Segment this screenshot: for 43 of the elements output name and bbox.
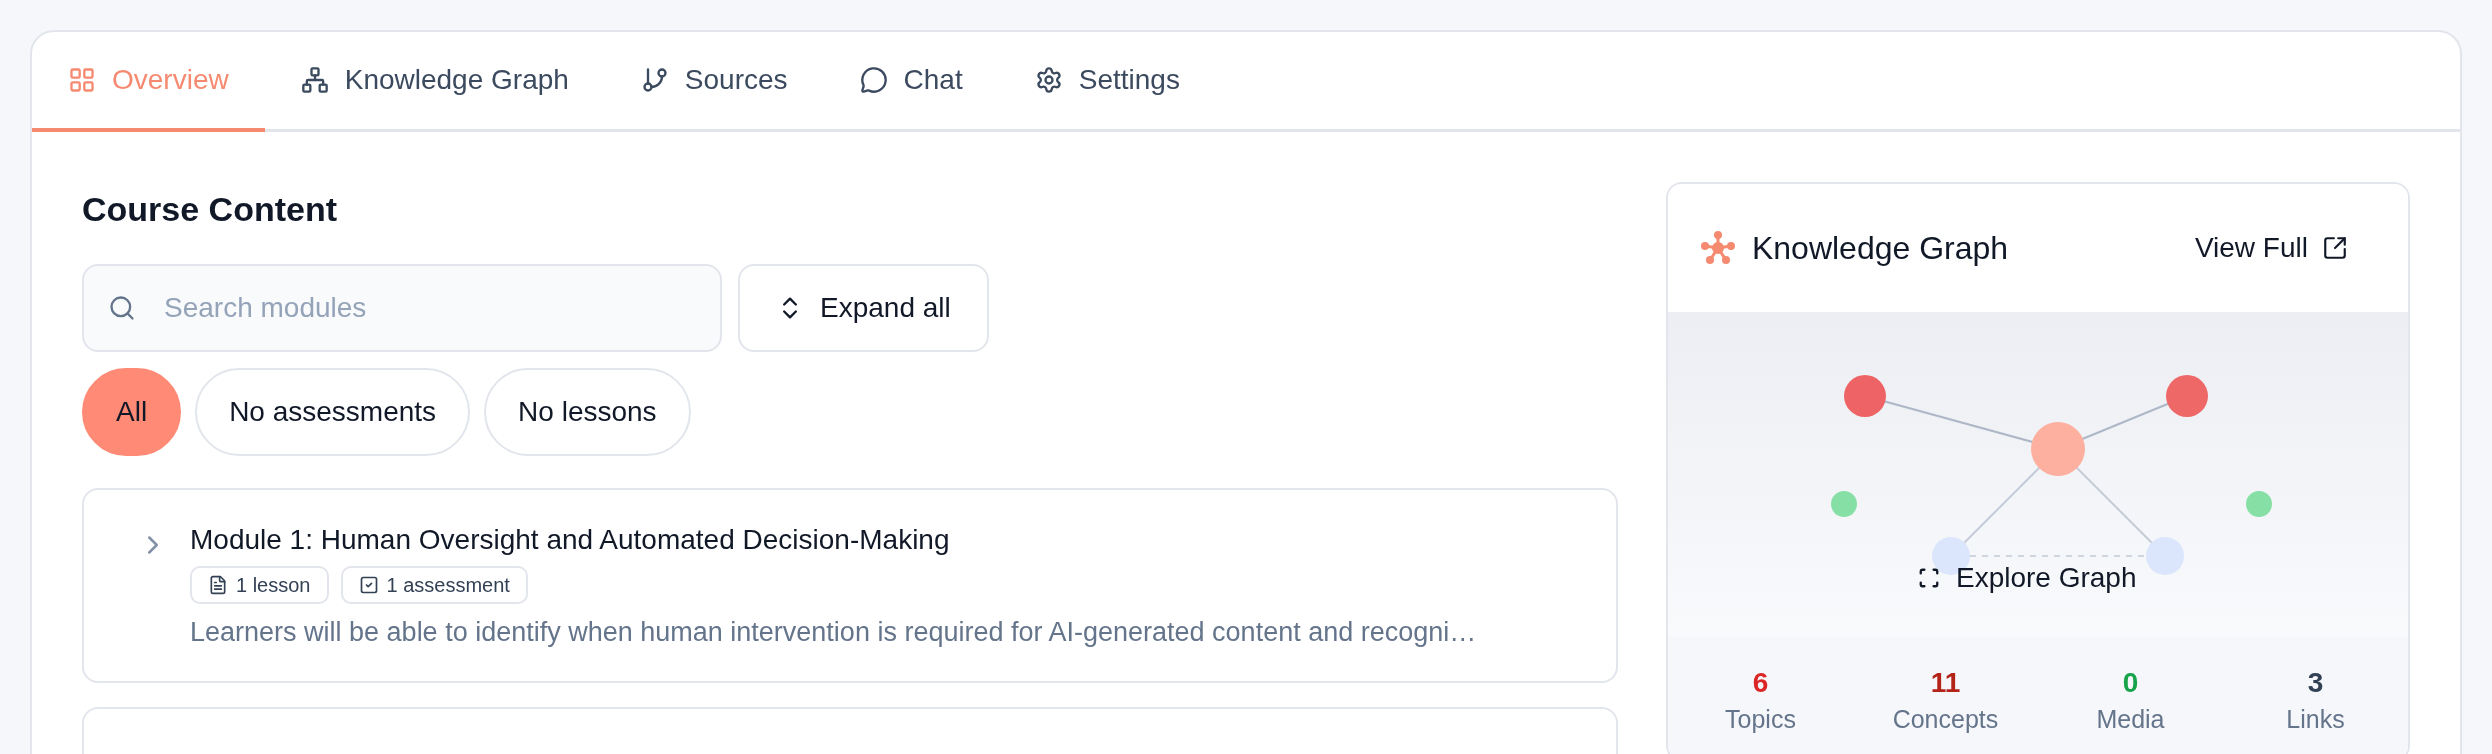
graph-node bbox=[2165, 375, 2208, 417]
graph-node bbox=[2145, 537, 2184, 575]
graph-node bbox=[2245, 491, 2272, 517]
search-icon bbox=[108, 294, 136, 322]
module-description: Learners will be able to identify when human intervention is required for AI-generated content and recogni… bbox=[190, 616, 1477, 649]
stat-label: Topics bbox=[1725, 704, 1796, 735]
module-title: Module 1: Human Oversight and Automated Decision-Making bbox=[190, 523, 951, 557]
module-card[interactable]: Module 1: Human Oversight and Automated Decision-Making 1 lesson 1 assessment Learners will be able to identify when human intervention is required for AI-generated content and recogni… bbox=[82, 488, 1618, 683]
external-link-icon bbox=[2322, 235, 2348, 261]
graph-node bbox=[2030, 422, 2085, 476]
view-full-link[interactable]: View Full bbox=[2194, 227, 2348, 269]
stat-label: Links bbox=[2286, 704, 2345, 735]
explore-graph-button[interactable]: Explore Graph bbox=[1917, 557, 2137, 599]
filter-chip[interactable]: All bbox=[82, 368, 182, 456]
tab[interactable]: Settings bbox=[998, 32, 1216, 132]
section-title: Course Content bbox=[82, 192, 338, 226]
count-badge: 1 lesson bbox=[190, 566, 329, 604]
graph-node bbox=[1843, 375, 1886, 417]
branch-icon bbox=[640, 66, 669, 94]
stat-label: Media bbox=[2096, 704, 2165, 735]
stat-value: 11 bbox=[1930, 666, 1961, 700]
stat-value: 0 bbox=[2122, 666, 2139, 700]
stat-value: 6 bbox=[1752, 666, 1769, 700]
fullscreen-icon bbox=[1917, 567, 1940, 589]
tab[interactable]: Chat bbox=[823, 32, 999, 132]
expand-all-button[interactable]: Expand all bbox=[738, 264, 989, 352]
settings-icon bbox=[1034, 66, 1063, 94]
stat-label: Concepts bbox=[1892, 704, 1999, 735]
hierarchy-icon bbox=[300, 66, 329, 94]
graph-logo-icon bbox=[1699, 230, 1736, 266]
graph-node bbox=[1830, 491, 1857, 517]
grid-icon bbox=[68, 66, 96, 94]
document-icon bbox=[208, 575, 228, 595]
count-badge: 1 assessment bbox=[340, 566, 528, 604]
tab[interactable]: Sources bbox=[604, 32, 824, 132]
panel-title: Knowledge Graph bbox=[1751, 229, 2009, 268]
chat-icon bbox=[859, 66, 888, 94]
checkbox-icon bbox=[358, 575, 379, 595]
filter-chip[interactable]: No lessons bbox=[484, 368, 691, 456]
search-field[interactable]: Search modules bbox=[82, 264, 722, 352]
filter-chip[interactable]: No assessments bbox=[195, 368, 471, 456]
stat-value: 3 bbox=[2307, 666, 2324, 700]
tab[interactable]: Knowledge Graph bbox=[264, 32, 605, 132]
